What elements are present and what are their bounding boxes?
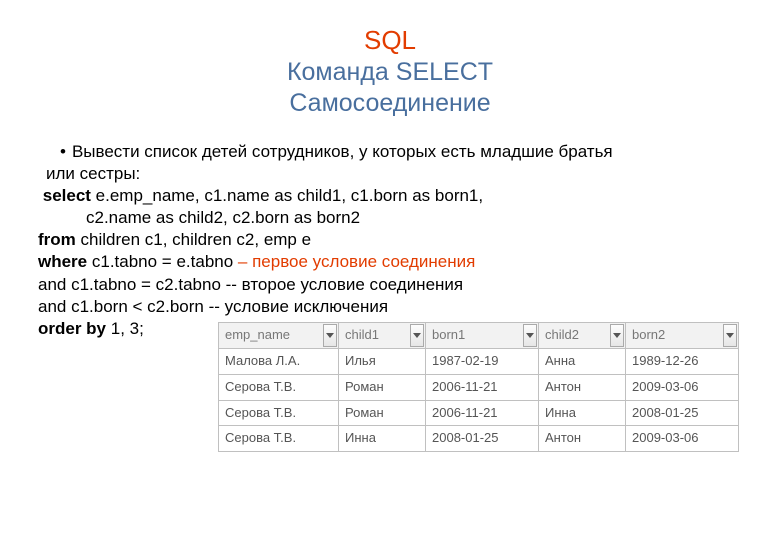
- table-body: Малова Л.А. Илья 1987-02-19 Анна 1989-12…: [219, 348, 739, 452]
- cell: Инна: [339, 426, 426, 452]
- sql-text-7b: 1, 3;: [106, 319, 144, 338]
- cell: Роман: [339, 400, 426, 426]
- cell: Илья: [339, 348, 426, 374]
- col-born1[interactable]: born1: [426, 322, 539, 348]
- sql-text-1b: e.emp_name, c1.name as child1, c1.born a…: [91, 186, 483, 205]
- dropdown-icon[interactable]: [410, 324, 424, 347]
- dropdown-icon[interactable]: [723, 324, 737, 347]
- cell: Серова Т.В.: [219, 426, 339, 452]
- col-label: child1: [345, 327, 379, 342]
- bullet-line-1: • Вывести список детей сотрудников, у кот…: [60, 141, 750, 163]
- table-row: Серова Т.В. Инна 2008-01-25 Антон 2009-0…: [219, 426, 739, 452]
- cell: 2009-03-06: [626, 374, 739, 400]
- col-label: emp_name: [225, 327, 290, 342]
- dropdown-icon[interactable]: [610, 324, 624, 347]
- kw-orderby: order by: [38, 319, 106, 338]
- content-block: • Вывести список детей сотрудников, у кот…: [38, 141, 750, 452]
- dropdown-icon[interactable]: [323, 324, 337, 347]
- bullet-line-2: или сестры:: [46, 163, 750, 185]
- col-child1[interactable]: child1: [339, 322, 426, 348]
- table-header-row: emp_name child1 born1 child2 born2: [219, 322, 739, 348]
- col-emp-name[interactable]: emp_name: [219, 322, 339, 348]
- title-sub-2: Самосоединение: [30, 88, 750, 119]
- table-row: Серова Т.В. Роман 2006-11-21 Инна 2008-0…: [219, 400, 739, 426]
- result-table: emp_name child1 born1 child2 born2 Малов…: [218, 322, 739, 452]
- col-label: born2: [632, 327, 665, 342]
- col-label: born1: [432, 327, 465, 342]
- title-sub-1: Команда SELECT: [30, 57, 750, 88]
- result-table-wrap: emp_name child1 born1 child2 born2 Малов…: [218, 322, 750, 452]
- cell: 2006-11-21: [426, 374, 539, 400]
- cell: Роман: [339, 374, 426, 400]
- cell: Серова Т.В.: [219, 374, 339, 400]
- cell: 1987-02-19: [426, 348, 539, 374]
- cell: Антон: [539, 374, 626, 400]
- sql-text-3b: children c1, children c2, emp e: [76, 230, 311, 249]
- sql-line-5: and c1.tabno = c2.tabno -- второе услови…: [38, 274, 750, 296]
- title-main: SQL: [30, 24, 750, 57]
- col-label: child2: [545, 327, 579, 342]
- col-child2[interactable]: child2: [539, 322, 626, 348]
- table-row: Малова Л.А. Илья 1987-02-19 Анна 1989-12…: [219, 348, 739, 374]
- slide: SQL Команда SELECT Самосоединение • Вывес…: [0, 0, 780, 540]
- cell: 2009-03-06: [626, 426, 739, 452]
- dropdown-icon[interactable]: [523, 324, 537, 347]
- cell: 2008-01-25: [426, 426, 539, 452]
- cell: Малова Л.А.: [219, 348, 339, 374]
- sql-comment-1: – первое условие соединения: [238, 252, 475, 271]
- cell: Инна: [539, 400, 626, 426]
- kw-select: select: [43, 186, 91, 205]
- kw-from: from: [38, 230, 76, 249]
- bullet-text-1: Вывести список детей сотрудников, у кото…: [72, 142, 613, 161]
- table-row: Серова Т.В. Роман 2006-11-21 Антон 2009-…: [219, 374, 739, 400]
- cell: 2008-01-25: [626, 400, 739, 426]
- sql-text-4b: c1.tabno = e.tabno: [87, 252, 238, 271]
- sql-line-1: select e.emp_name, c1.name as child1, c1…: [38, 185, 750, 207]
- sql-line-3: from children c1, children c2, emp e: [38, 229, 750, 251]
- sql-line-4: where c1.tabno = e.tabno – первое услови…: [38, 251, 750, 273]
- cell: Антон: [539, 426, 626, 452]
- sql-line-2: c2.name as child2, c2.born as born2: [86, 207, 750, 229]
- cell: Анна: [539, 348, 626, 374]
- sql-line-6: and c1.born < c2.born -- условие исключе…: [38, 296, 750, 318]
- bullet-icon: •: [60, 142, 66, 161]
- kw-where: where: [38, 252, 87, 271]
- title-block: SQL Команда SELECT Самосоединение: [30, 24, 750, 119]
- col-born2[interactable]: born2: [626, 322, 739, 348]
- cell: 1989-12-26: [626, 348, 739, 374]
- cell: 2006-11-21: [426, 400, 539, 426]
- cell: Серова Т.В.: [219, 400, 339, 426]
